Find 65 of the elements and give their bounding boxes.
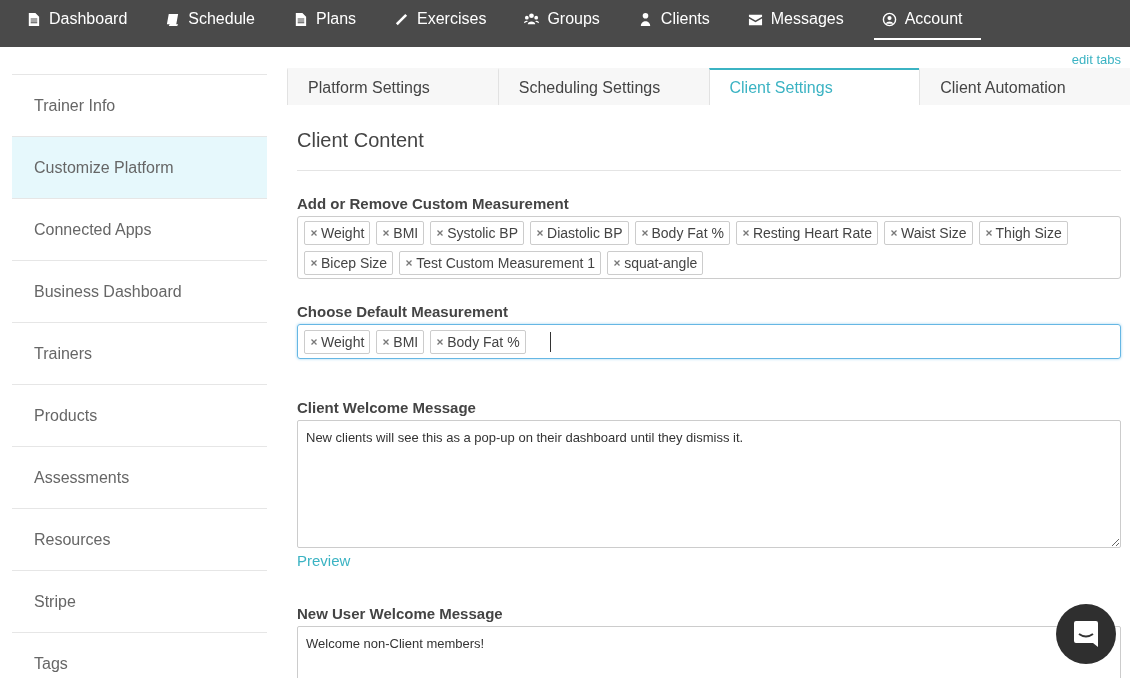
remove-icon[interactable] [537, 230, 544, 236]
remove-icon[interactable] [614, 260, 621, 266]
sidebar-item[interactable]: Business Dashboard [12, 261, 267, 323]
field-label: Choose Default Measurement [297, 303, 509, 320]
message-textarea[interactable]: New clients will see this as a pop-up on their dashboard until they dismiss it. [297, 420, 1121, 548]
sidebar-item[interactable]: Resources [12, 509, 267, 571]
remove-icon[interactable] [641, 230, 648, 236]
sidebar-item[interactable]: Products [12, 385, 267, 447]
text-cursor [549, 332, 551, 352]
group-icon [524, 11, 540, 27]
measurement-tag[interactable]: Waist Size [883, 221, 973, 245]
chat-bubble-icon [1073, 620, 1099, 648]
measurement-tag[interactable]: BMI [376, 330, 425, 354]
remove-icon[interactable] [742, 230, 749, 236]
tag-input-field[interactable]: Weight BMI Systolic BP Diastolic BP Body Fat % Resting Heart Rate Waist Size Thigh Size Bicep Size Test Custom Measurement 1 squat-angle [297, 216, 1121, 279]
sidebar-item[interactable]: Tags [12, 633, 267, 678]
sidebar-item[interactable]: Customize Platform [12, 137, 267, 199]
nav-tab[interactable]: Account [873, 0, 981, 40]
user-circle-icon [881, 11, 897, 27]
nav-tab[interactable]: Clients [629, 0, 728, 40]
measurement-tag[interactable]: Weight [304, 221, 371, 245]
measurement-tag[interactable]: Body Fat % [634, 221, 730, 245]
remove-icon[interactable] [890, 230, 897, 236]
section-title: Client Content [297, 129, 425, 152]
message-textarea[interactable]: Welcome non-Client members! [297, 626, 1121, 678]
remove-icon[interactable] [311, 260, 317, 266]
book-icon [165, 11, 181, 27]
remove-icon[interactable] [985, 230, 992, 236]
settings-tab[interactable]: Scheduling Settings [497, 68, 709, 105]
nav-tab[interactable]: Messages [739, 0, 862, 40]
field-label: New User Welcome Message [297, 605, 504, 622]
document-icon [293, 11, 308, 27]
nav-tab[interactable]: Schedule [157, 0, 273, 40]
sidebar-item[interactable]: Trainers [12, 323, 267, 385]
remove-icon[interactable] [437, 339, 444, 345]
sidebar-item[interactable]: Assessments [12, 447, 267, 509]
sidebar-item[interactable]: Stripe [12, 571, 267, 633]
measurement-tag[interactable]: Systolic BP [430, 221, 525, 245]
remove-icon[interactable] [311, 339, 317, 345]
chat-button[interactable] [1056, 604, 1116, 664]
measurement-tag[interactable]: Body Fat % [430, 330, 526, 354]
field-label: Client Welcome Message [297, 399, 477, 416]
measurement-tag[interactable]: Thigh Size [978, 221, 1068, 245]
measurement-tag[interactable]: Bicep Size [304, 251, 394, 275]
tag-input-field[interactable]: Weight BMI Body Fat % [297, 324, 1121, 359]
nav-tab[interactable]: Dashboard [18, 0, 146, 40]
measurement-tag[interactable]: Resting Heart Rate [735, 221, 878, 245]
field-label: Add or Remove Custom Measurement [297, 195, 570, 212]
remove-icon[interactable] [406, 260, 413, 266]
nav-tab[interactable]: Plans [285, 0, 375, 40]
measurement-tag[interactable]: BMI [376, 221, 425, 245]
remove-icon[interactable] [311, 230, 317, 236]
sidebar-item[interactable]: Connected Apps [12, 199, 267, 261]
measurement-tag[interactable]: Weight [304, 330, 371, 354]
remove-icon[interactable] [383, 230, 390, 236]
measurement-tag[interactable]: Test Custom Measurement 1 [399, 251, 602, 275]
settings-tab[interactable]: Client Automation [919, 68, 1130, 105]
measurement-tag[interactable]: Diastolic BP [530, 221, 629, 245]
nav-tab[interactable]: Groups [516, 0, 618, 40]
document-icon [26, 11, 41, 27]
remove-icon[interactable] [383, 339, 390, 345]
nav-tab[interactable]: Exercises [386, 0, 505, 40]
remove-icon[interactable] [437, 230, 444, 236]
measurement-tag[interactable]: squat-angle [607, 251, 704, 275]
settings-tab[interactable]: Platform Settings [287, 68, 498, 105]
